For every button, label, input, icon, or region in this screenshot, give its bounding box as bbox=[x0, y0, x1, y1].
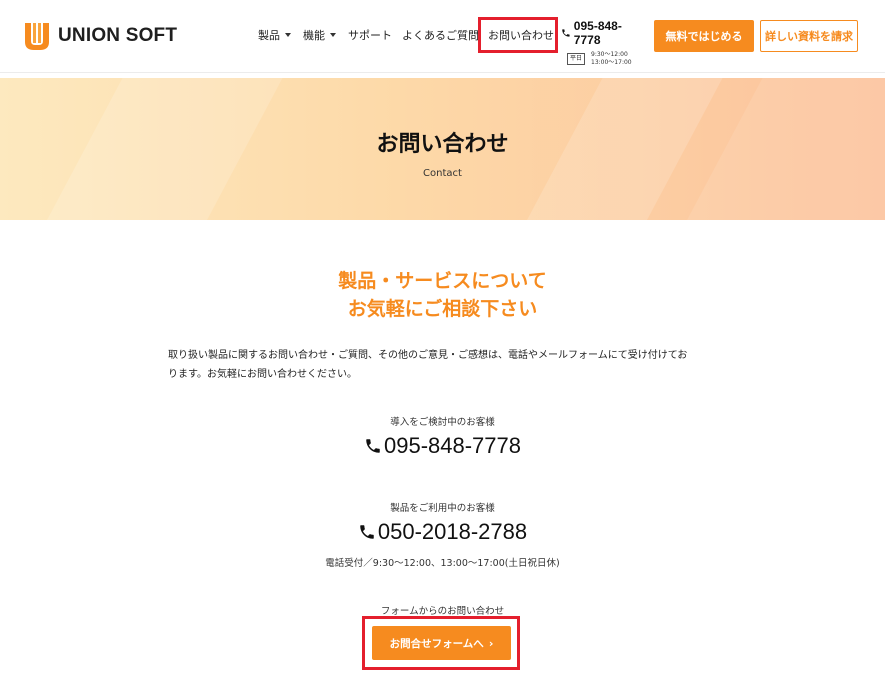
request-docs-button[interactable]: 詳しい資料を請求 bbox=[760, 20, 858, 52]
section-heading-line2: お気軽にご相談下さい bbox=[347, 298, 538, 320]
nav-contact-highlight bbox=[478, 17, 558, 53]
contact-form-button[interactable]: お問合せフォームへ › bbox=[372, 626, 511, 660]
phone-icon bbox=[360, 525, 374, 539]
prospect-label: 導入をご検討中のお客様 bbox=[390, 417, 495, 428]
logo[interactable]: UNION SOFT bbox=[22, 20, 177, 52]
chevron-down-icon bbox=[330, 33, 336, 37]
prospect-phone[interactable]: 095-848-7778 bbox=[0, 433, 885, 459]
nav-support-label: サポート bbox=[348, 29, 392, 42]
phone-hours-note: 電話受付／9:30～12:00、13:00～17:00(土日祝日休) bbox=[325, 558, 560, 569]
phone-icon bbox=[562, 29, 570, 37]
phone-icon bbox=[366, 439, 380, 453]
logo-mark-icon bbox=[25, 23, 49, 50]
intro-line2: ります。お気軽にお問い合わせください。 bbox=[168, 369, 357, 380]
nav-features[interactable]: 機能 bbox=[303, 27, 336, 43]
page-title: お問い合わせ bbox=[376, 132, 509, 157]
site-header: UNION SOFT 製品 機能 サポート よくあるご質問 お問い合わせ 095… bbox=[0, 0, 885, 73]
hours-morning: 9:30～12:00 bbox=[591, 51, 628, 58]
weekday-badge: 平日 bbox=[567, 53, 586, 65]
page-subtitle: Contact bbox=[423, 168, 462, 179]
nav-features-label: 機能 bbox=[303, 29, 325, 42]
nav-faq-label: よくあるご質問 bbox=[402, 29, 479, 42]
header-phone-block: 095-848-7778 平日 9:30～12:00 13:00～17:00 bbox=[561, 19, 647, 67]
customer-phone[interactable]: 050-2018-2788 bbox=[0, 519, 885, 545]
start-free-button[interactable]: 無料ではじめる bbox=[654, 20, 754, 52]
nav-faq[interactable]: よくあるご質問 bbox=[402, 27, 479, 43]
page-hero: お問い合わせ Contact bbox=[0, 78, 885, 220]
business-hours: 9:30～12:00 13:00～17:00 bbox=[591, 51, 632, 67]
intro-line1: 取り扱い製品に関するお問い合わせ・ご質問、その他のご意見・ご感想は、電話やメール… bbox=[168, 350, 688, 361]
customer-phone-number: 050-2018-2788 bbox=[377, 519, 528, 544]
customer-label: 製品をご利用中のお客様 bbox=[390, 503, 495, 514]
chevron-right-icon: › bbox=[488, 636, 494, 650]
form-label: フォームからのお問い合わせ bbox=[380, 606, 505, 617]
contact-form-button-label: お問合せフォームへ bbox=[389, 637, 484, 650]
nav-products[interactable]: 製品 bbox=[258, 27, 291, 43]
prospect-phone-number: 095-848-7778 bbox=[383, 433, 521, 458]
section-heading-line1: 製品・サービスについて bbox=[338, 270, 547, 292]
header-phone-number[interactable]: 095-848-7778 bbox=[574, 19, 647, 47]
nav-products-label: 製品 bbox=[258, 29, 280, 42]
hours-afternoon: 13:00～17:00 bbox=[591, 59, 632, 66]
logo-text: UNION SOFT bbox=[58, 25, 178, 46]
chevron-down-icon bbox=[285, 33, 291, 37]
nav-support[interactable]: サポート bbox=[348, 27, 392, 43]
intro-text: 取り扱い製品に関するお問い合わせ・ご質問、その他のご意見・ご感想は、電話やメール… bbox=[168, 346, 718, 384]
